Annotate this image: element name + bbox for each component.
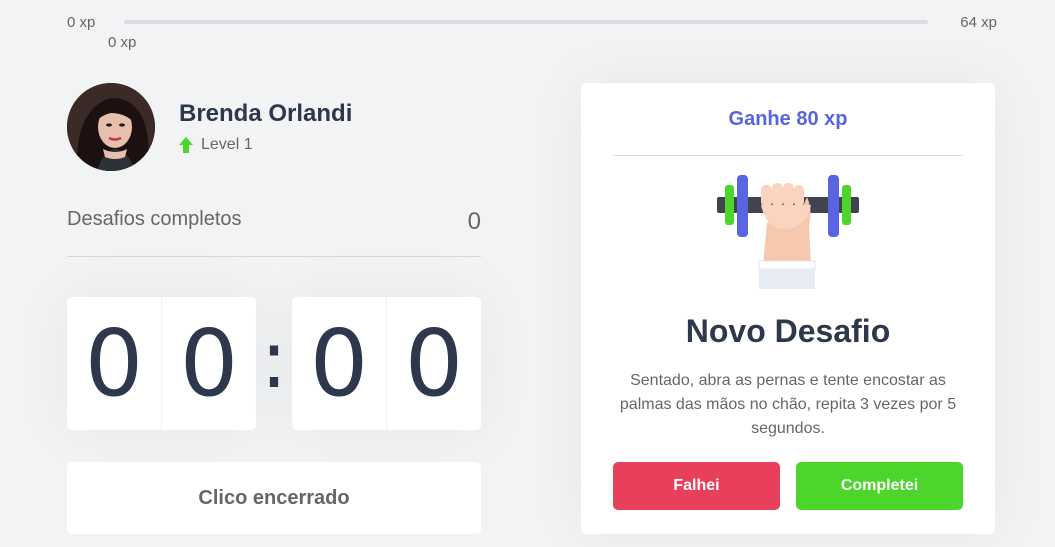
countdown-separator: : — [260, 312, 288, 406]
minute-tens-digit: 0 — [67, 297, 162, 430]
completed-button[interactable]: Completei — [796, 462, 963, 510]
challenge-description: Sentado, abra as pernas e tente encostar… — [619, 372, 957, 437]
avatar-image — [67, 83, 155, 171]
completed-challenges-count: 0 — [467, 208, 481, 235]
countdown: 0 0 : 0 0 — [67, 297, 481, 430]
profile: Brenda Orlandi Level 1 — [67, 83, 352, 171]
profile-level: Level 1 — [179, 136, 352, 154]
second-tens-digit: 0 — [292, 297, 387, 430]
challenge-actions: Falhei Completei — [613, 462, 963, 510]
completed-challenges-label: Desafios completos — [67, 208, 242, 230]
dumbbell-arm-icon — [717, 175, 859, 289]
challenge-title: Novo Desafio — [685, 313, 891, 349]
xp-max-label: 64 xp — [960, 14, 997, 31]
countdown-minutes: 0 0 — [67, 297, 256, 430]
completed-challenges: Desafios completos 0 — [67, 208, 481, 257]
challenge-reward: Ganhe 80 xp — [613, 83, 963, 156]
profile-name: Brenda Orlandi — [179, 100, 353, 127]
minute-ones-digit: 0 — [179, 310, 239, 417]
failed-button[interactable]: Falhei — [613, 462, 780, 510]
avatar — [67, 83, 155, 171]
xp-current-label: 0 xp — [108, 34, 137, 51]
cycle-ended-button[interactable]: Clico encerrado — [67, 462, 481, 534]
countdown-seconds: 0 0 — [292, 297, 481, 430]
xp-track — [124, 20, 928, 24]
xp-min-label: 0 xp — [67, 14, 96, 31]
second-ones-digit: 0 — [404, 310, 464, 417]
experience-bar: 0 xp 0 xp 64 xp — [67, 12, 997, 52]
challenge-box: Ganhe 80 xp Novo Desafio Sentado, abra a… — [581, 83, 995, 534]
profile-level-label: Level 1 — [201, 136, 253, 153]
level-up-arrow-icon — [179, 137, 193, 153]
